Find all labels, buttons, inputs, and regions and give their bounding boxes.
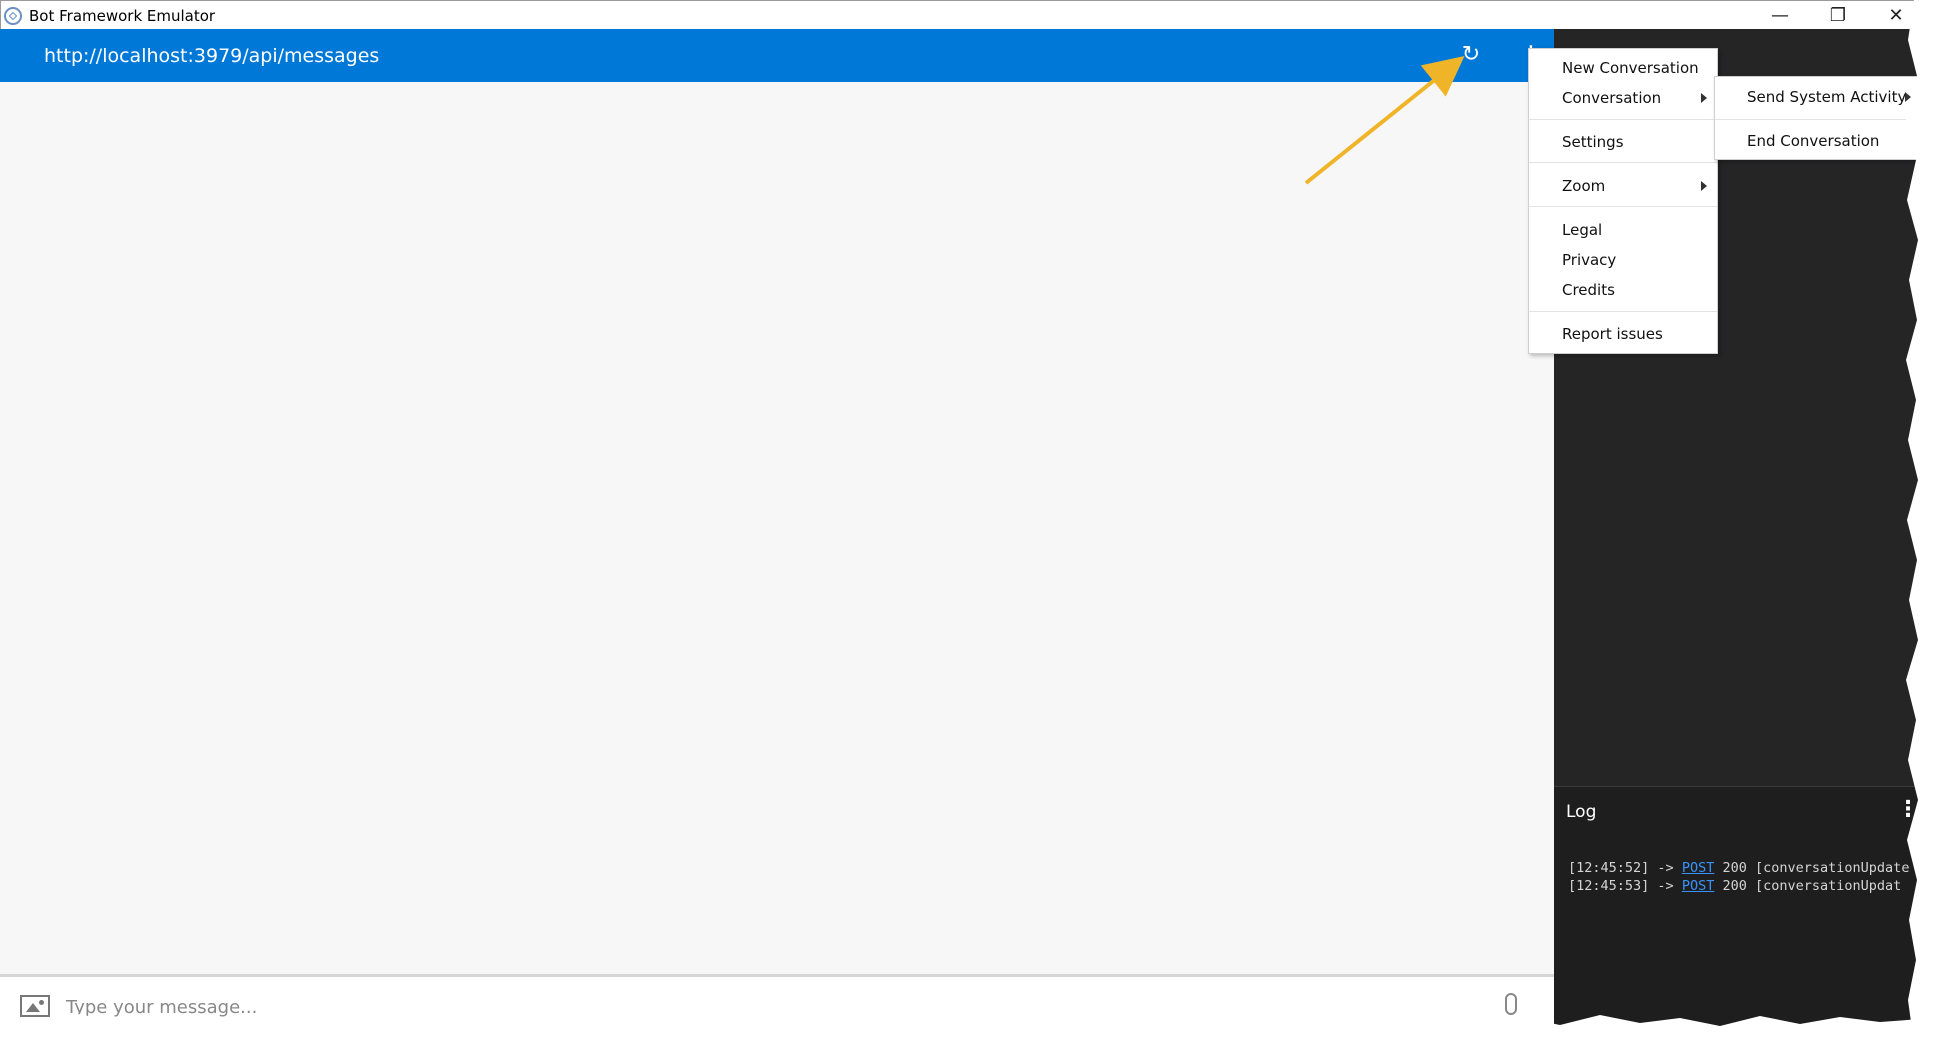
title-bar: Bot Framework Emulator — ❐ ✕ (1, 1, 1930, 30)
log-entry: [12:45:52] -> POST 200 [conversationUpda… (1568, 860, 1910, 876)
endpoint-url: http://localhost:3979/api/messages (44, 44, 380, 67)
bot-framework-logo-icon (4, 6, 22, 25)
chat-header: http://localhost:3979/api/messages (0, 29, 1554, 82)
log-title: Log (1566, 802, 1597, 822)
refresh-icon[interactable]: ↻ (1460, 44, 1482, 66)
chat-transcript (0, 82, 1554, 974)
menu-divider (1715, 119, 1919, 120)
conversation-submenu: Send System Activity End Conversation (1714, 76, 1920, 160)
menu-divider (1529, 162, 1717, 163)
menu-item-new-conversation[interactable]: New Conversation (1562, 57, 1699, 79)
submenu-arrow-icon (1701, 93, 1707, 103)
menu-divider (1529, 119, 1717, 120)
restore-button[interactable]: ❐ (1809, 1, 1867, 30)
log-post-link[interactable]: POST (1682, 878, 1715, 894)
log-post-link[interactable]: POST (1682, 860, 1715, 876)
submenu-item-send-system-activity[interactable]: Send System Activity (1747, 86, 1906, 108)
window-title: Bot Framework Emulator (29, 6, 216, 25)
log-header: Log ⋮ (1554, 786, 1931, 838)
submenu-arrow-icon (1701, 181, 1707, 191)
menu-divider (1529, 311, 1717, 312)
minimize-button[interactable]: — (1751, 1, 1809, 30)
menu-item-report-issues[interactable]: Report issues (1562, 323, 1663, 345)
torn-edge-bottom (0, 1014, 1935, 1044)
menu-item-zoom[interactable]: Zoom (1562, 175, 1605, 197)
menu-item-privacy[interactable]: Privacy (1562, 249, 1616, 271)
menu-item-settings[interactable]: Settings (1562, 131, 1624, 153)
menu-item-credits[interactable]: Credits (1562, 279, 1615, 301)
options-menu: New Conversation Conversation Settings Z… (1528, 48, 1718, 354)
menu-divider (1529, 206, 1717, 207)
menu-item-conversation[interactable]: Conversation (1562, 87, 1661, 109)
torn-edge-right (1906, 0, 1935, 1044)
menu-item-legal[interactable]: Legal (1562, 219, 1602, 241)
log-panel: [12:45:52] -> POST 200 [conversationUpda… (1554, 838, 1931, 1030)
log-entry: [12:45:53] -> POST 200 [conversationUpda… (1568, 878, 1902, 894)
submenu-item-end-conversation[interactable]: End Conversation (1747, 130, 1879, 152)
